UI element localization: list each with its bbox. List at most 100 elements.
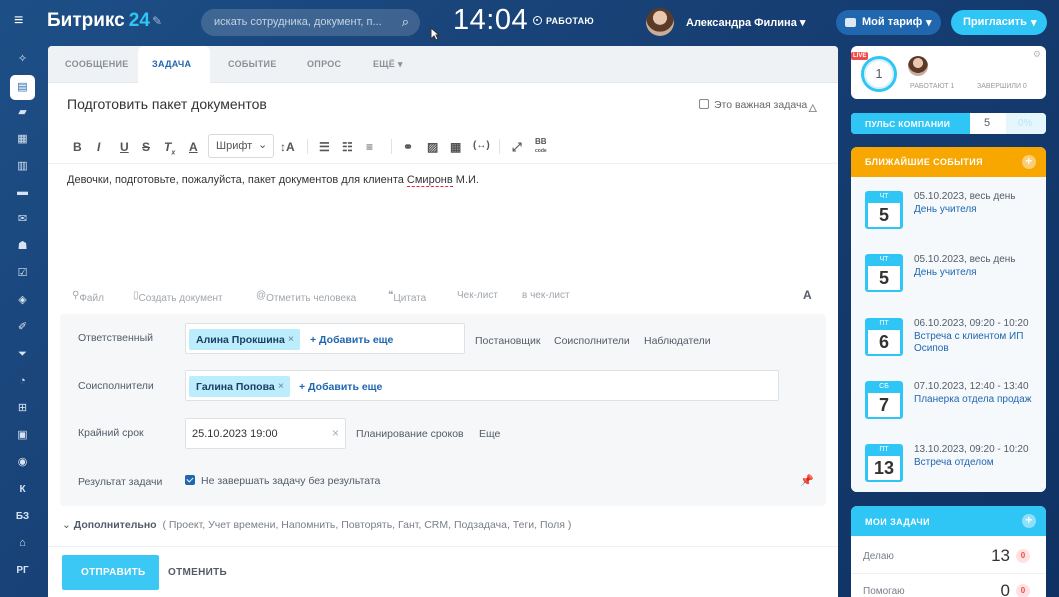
tab-event[interactable]: СОБЫТИЕ	[228, 59, 277, 69]
checklist-button[interactable]: Чек-лист	[457, 290, 498, 301]
calendar-icon[interactable]: ▦	[15, 133, 30, 146]
link-coexecutors[interactable]: Соисполнители	[554, 335, 630, 348]
contacts-icon[interactable]: ▣	[15, 429, 30, 442]
my-tariff-button[interactable]: Мой тариф ▾	[836, 10, 941, 35]
tasks-icon[interactable]: ☑	[15, 267, 30, 280]
upcoming-events-widget: БЛИЖАЙШИЕ СОБЫТИЯ + ЧТ 5 05.10.2023, весь …	[851, 147, 1046, 492]
link-icon[interactable]: ⚭	[403, 140, 413, 154]
colleague-avatar[interactable]	[908, 56, 928, 76]
sign-icon[interactable]: ✐	[15, 321, 30, 334]
coexec-field[interactable]: Галина Попова × + Добавить еще	[185, 370, 779, 401]
task-counter-row[interactable]: Делаю 13 0	[851, 539, 1046, 571]
user-menu[interactable]: Александра Филина ▾	[686, 16, 805, 29]
fullscreen-icon[interactable]: ⤢	[512, 140, 522, 155]
chevron-down-icon: ⌄	[62, 519, 71, 531]
event-item[interactable]: ЧТ 5 05.10.2023, весь день День учителя	[851, 244, 1046, 302]
more-link[interactable]: Еще	[479, 428, 500, 441]
font-size-button[interactable]: ↕A	[280, 140, 295, 154]
add-task-icon[interactable]: +	[1022, 514, 1036, 528]
to-checklist-button[interactable]: в чек-лист	[522, 290, 570, 301]
add-responsible-link[interactable]: + Добавить еще	[310, 334, 393, 346]
work-status[interactable]: РАБОТАЮ	[533, 16, 594, 26]
clear-icon[interactable]: ×	[332, 426, 339, 440]
event-item[interactable]: ЧТ 5 05.10.2023, весь день День учителя	[851, 181, 1046, 239]
font-select[interactable]: Шрифт ⌄	[208, 134, 274, 158]
task-counter-row[interactable]: Помогаю 0 0	[851, 573, 1046, 597]
sidebar-item-rg[interactable]: РГ	[15, 564, 30, 577]
drive-icon[interactable]: ▬	[15, 186, 30, 199]
sidebar-item-bz[interactable]: БЗ	[15, 510, 30, 523]
strike-button[interactable]: S	[142, 140, 150, 154]
result-label: Результат задачи	[78, 476, 163, 488]
mouse-cursor-icon	[430, 27, 440, 41]
italic-button[interactable]: I	[97, 140, 100, 154]
task-description[interactable]: Девочки, подготовьте, пожалуйста, пакет …	[67, 174, 479, 187]
search-icon[interactable]: ⌕	[402, 14, 409, 30]
responsible-field[interactable]: Алина Прокшина × + Добавить еще	[185, 323, 465, 354]
coexec-chip[interactable]: Галина Попова ×	[189, 376, 290, 397]
search-input[interactable]: искать сотрудника, документ, п... ⌕	[201, 9, 420, 36]
robots-icon[interactable]: ◉	[15, 456, 30, 469]
attach-file-button[interactable]: ⚲ Файл	[72, 290, 104, 304]
underline-button[interactable]: U	[120, 140, 129, 154]
pin-icon[interactable]: 📌	[800, 474, 814, 487]
additional-section[interactable]: ⌄ Дополнительно ( Проект, Учет времени, …	[62, 519, 571, 531]
tab-more[interactable]: ЕЩЁ ▾	[373, 59, 403, 70]
mention-button[interactable]: @ Отметить человека	[256, 290, 356, 304]
home-icon[interactable]: ⌂	[15, 537, 30, 550]
logo[interactable]: Битрикс 24	[47, 10, 150, 32]
font-color-button[interactable]: A	[189, 140, 198, 154]
bullet-list-button[interactable]: ☷	[342, 140, 353, 154]
analytics-icon[interactable]: ◔	[15, 375, 30, 388]
mail-icon[interactable]: ✉	[15, 213, 30, 226]
result-checkbox[interactable]: Не завершать задачу без результата	[185, 475, 380, 487]
task-title[interactable]: Подготовить пакет документов	[67, 96, 267, 112]
live-counter[interactable]: 1	[861, 56, 897, 92]
calendar-icon: ПТ 6	[865, 318, 903, 356]
important-checkbox[interactable]: Это важная задача	[699, 99, 807, 111]
task-form-card: СООБЩЕНИЕ ЗАДАЧА СОБЫТИЕ ОПРОС ЕЩЁ ▾ Под…	[48, 46, 838, 597]
clear-format-button[interactable]: Tx	[164, 140, 175, 156]
shop-icon[interactable]: ⊞	[15, 402, 30, 415]
add-event-icon[interactable]: +	[1022, 155, 1036, 169]
align-button[interactable]: ≡	[366, 140, 373, 154]
messages-icon[interactable]: ▰	[15, 106, 30, 119]
create-document-button[interactable]: ▯ Создать документ	[133, 290, 223, 304]
crm-icon[interactable]: ◈	[15, 294, 30, 307]
table-icon[interactable]: ▦	[450, 140, 461, 154]
company-pulse[interactable]: ПУЛЬС КОМПАНИИ 5 0%	[851, 113, 1046, 134]
invite-button[interactable]: Пригласить ▾	[951, 10, 1047, 35]
counter-badge: 0	[1016, 584, 1030, 597]
sidebar-item-k[interactable]: К	[15, 483, 30, 496]
gear-icon[interactable]: ⚙	[1033, 49, 1041, 60]
text-format-button[interactable]: A	[803, 288, 812, 302]
quote-button[interactable]: ❝ Цитата	[388, 290, 426, 304]
add-coexec-link[interactable]: + Добавить еще	[299, 381, 382, 393]
edit-pencil-icon[interactable]: ✎	[152, 14, 162, 28]
documents-icon[interactable]: ▥	[15, 160, 30, 173]
tab-message[interactable]: СООБЩЕНИЕ	[65, 59, 129, 69]
link-creator[interactable]: Постановщик	[475, 335, 540, 348]
image-icon[interactable]: ▨	[427, 140, 438, 154]
event-item[interactable]: ПТ 6 06.10.2023, 09:20 - 10:20 Встреча с к…	[851, 308, 1046, 366]
chat-icon[interactable]: ▤	[15, 81, 30, 94]
event-item[interactable]: СБ 7 07.10.2023, 12:40 - 13:40 Планерка от…	[851, 371, 1046, 429]
groups-icon[interactable]: ☗	[15, 240, 30, 253]
link-observers[interactable]: Наблюдатели	[644, 335, 711, 348]
planning-link[interactable]: Планирование сроков	[356, 428, 464, 441]
filter-icon[interactable]: ⏷	[15, 348, 30, 361]
code-icon[interactable]: (↔)	[473, 140, 490, 151]
bold-button[interactable]: B	[73, 140, 82, 154]
bbcode-icon[interactable]: BB code	[535, 138, 547, 155]
deadline-input[interactable]: 25.10.2023 19:00 ×	[185, 418, 346, 449]
tab-poll[interactable]: ОПРОС	[307, 59, 341, 69]
send-button[interactable]: ОТПРАВИТЬ	[62, 555, 159, 590]
cancel-button[interactable]: ОТМЕНИТЬ	[168, 567, 227, 578]
menu-burger-icon[interactable]: ≡	[14, 13, 30, 29]
user-avatar[interactable]	[646, 8, 674, 36]
responsible-chip[interactable]: Алина Прокшина ×	[189, 329, 300, 350]
grid-icon[interactable]: ✧	[15, 53, 30, 66]
event-item[interactable]: ПТ 13 13.10.2023, 09:20 - 10:20 Встреча от…	[851, 434, 1046, 492]
ordered-list-button[interactable]: ☰	[319, 140, 330, 154]
tab-task[interactable]: ЗАДАЧА	[138, 46, 210, 84]
